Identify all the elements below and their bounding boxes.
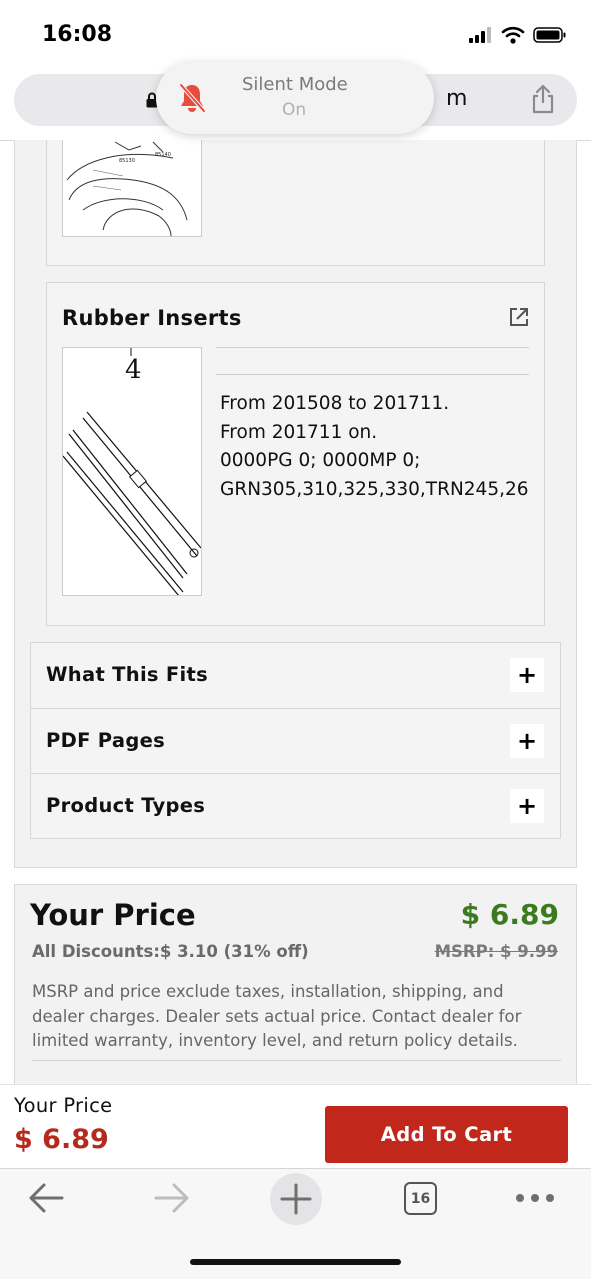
wifi-icon <box>501 26 525 44</box>
price-divider <box>32 1060 561 1061</box>
vehicle-diagram-icon: 85130 85140 <box>66 141 188 236</box>
new-tab-button[interactable] <box>270 1173 322 1225</box>
silent-mode-state: On <box>282 100 307 120</box>
sticky-price-value: $ 6.89 <box>14 1124 109 1155</box>
open-external-icon[interactable] <box>508 306 530 328</box>
expand-plus-icon[interactable]: + <box>510 724 544 758</box>
wiper-blade-insert-icon: 4 <box>63 348 201 595</box>
illustration-callout: 4 <box>125 355 142 385</box>
plus-icon <box>280 1183 312 1215</box>
card-divider <box>216 347 529 348</box>
product-accordion: What This Fits + PDF Pages + Product Typ… <box>30 642 561 839</box>
url-text[interactable]: m <box>446 86 467 111</box>
price-disclaimer: MSRP and price exclude taxes, installati… <box>32 982 522 1050</box>
add-to-cart-button[interactable]: Add To Cart <box>325 1106 568 1163</box>
discount-summary: All Discounts:$ 3.10 (31% off) <box>32 942 309 961</box>
cellular-signal-icon <box>469 27 491 43</box>
wiper-insert-illustration[interactable]: 4 <box>62 347 202 596</box>
previous-illustration-image[interactable]: 85130 85140 <box>62 140 202 237</box>
status-icons <box>469 26 567 44</box>
callout-label: 85140 <box>155 152 171 158</box>
battery-icon <box>533 27 566 43</box>
msrp-value: MSRP: $ 9.99 <box>434 942 558 961</box>
fitment-note: GRN305,310,325,330,TRN245,265 <box>220 478 529 500</box>
share-icon[interactable] <box>531 84 555 114</box>
fitment-notes: From 201508 to 201711. From 201711 on. 0… <box>220 390 529 504</box>
price-value: $ 6.89 <box>460 898 559 931</box>
accordion-label: Product Types <box>46 794 206 817</box>
status-time: 16:08 <box>42 22 113 47</box>
more-options-icon[interactable] <box>515 1190 555 1206</box>
home-indicator[interactable] <box>190 1259 401 1265</box>
accordion-pdf-pages[interactable]: PDF Pages + <box>31 708 560 773</box>
forward-arrow-icon[interactable] <box>152 1180 192 1216</box>
expand-plus-icon[interactable]: + <box>510 789 544 823</box>
fitment-note: 0000PG 0; 0000MP 0; <box>220 450 421 471</box>
silent-mode-title: Silent Mode <box>242 74 348 95</box>
accordion-label: PDF Pages <box>46 729 166 752</box>
silent-mode-banner: Silent Mode On <box>156 62 434 134</box>
card-divider <box>216 374 529 375</box>
accordion-what-this-fits[interactable]: What This Fits + <box>31 643 560 708</box>
accordion-label: What This Fits <box>46 663 209 686</box>
callout-label: 85130 <box>119 158 135 164</box>
price-heading: Your Price <box>30 898 196 932</box>
expand-plus-icon[interactable]: + <box>510 658 544 692</box>
status-bar: 16:08 <box>0 0 591 66</box>
sticky-price-label: Your Price <box>14 1094 113 1117</box>
card-title: Rubber Inserts <box>62 306 242 330</box>
tabs-button[interactable]: 16 <box>404 1182 437 1215</box>
bell-slash-icon <box>179 83 206 113</box>
fitment-note: From 201711 on. <box>220 421 378 443</box>
back-arrow-icon[interactable] <box>26 1180 66 1216</box>
accordion-product-types[interactable]: Product Types + <box>31 773 560 838</box>
fitment-note: From 201508 to 201711. <box>220 393 450 414</box>
